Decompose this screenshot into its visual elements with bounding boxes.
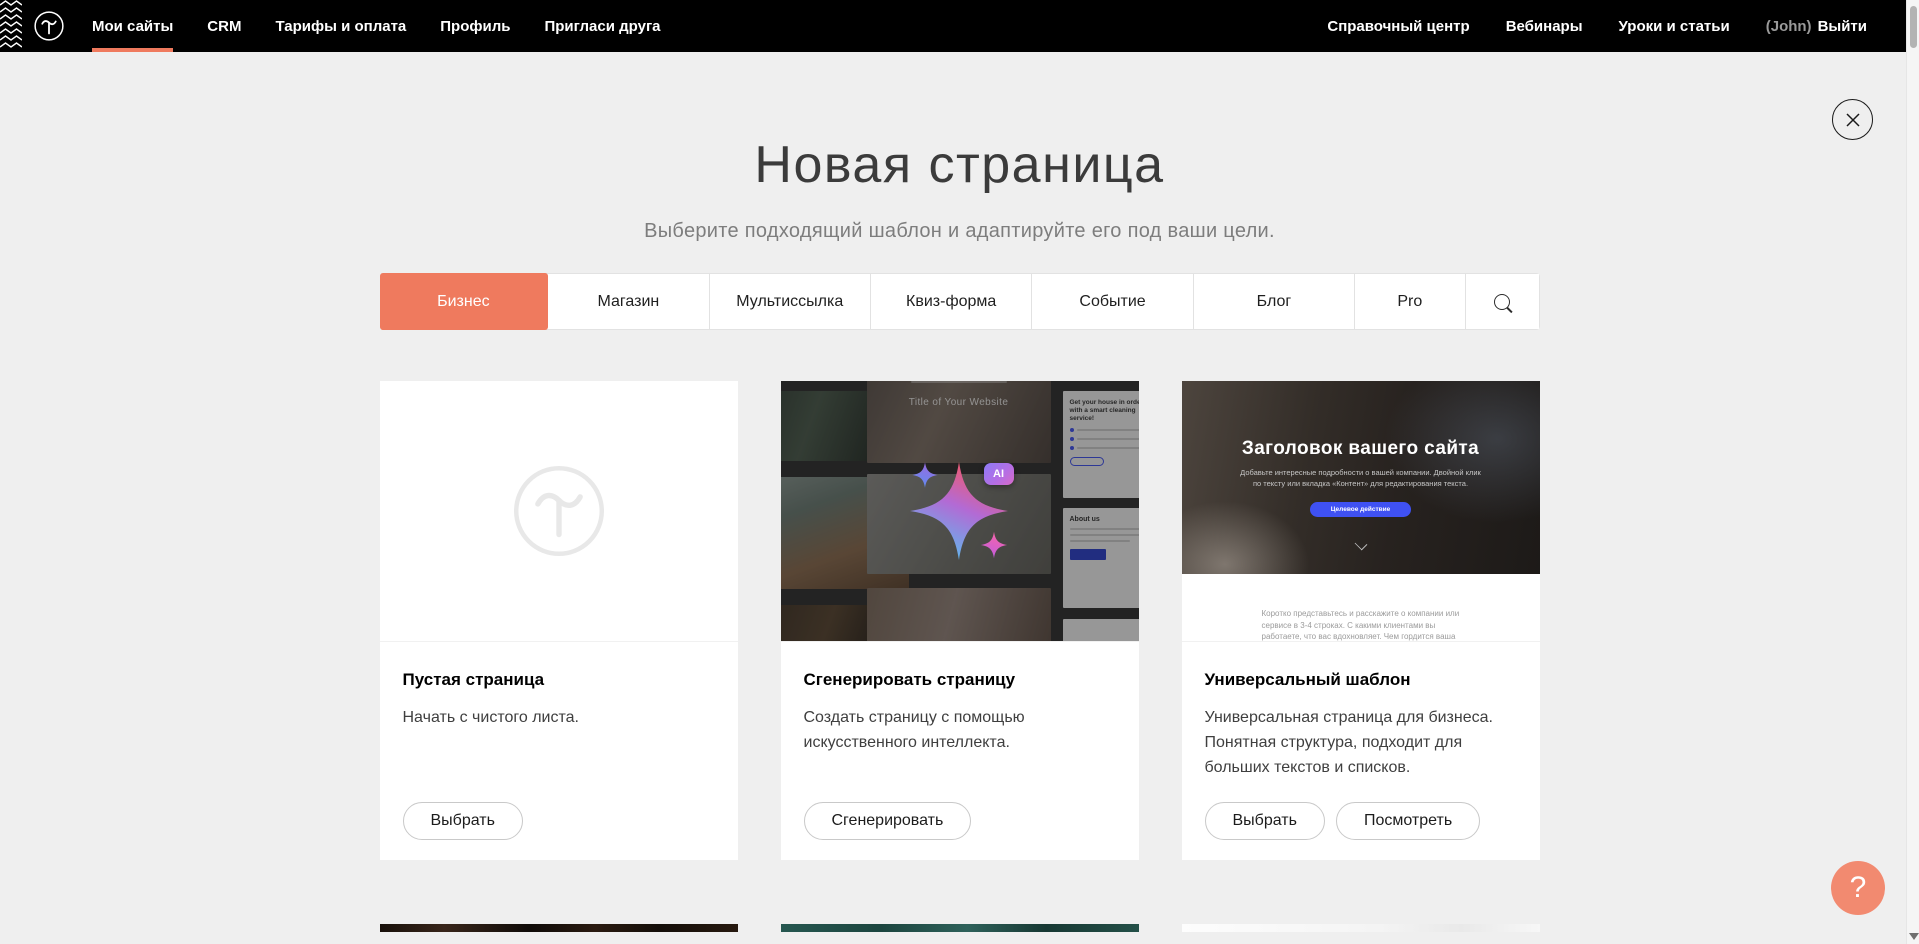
tab-blog[interactable]: Блог (1194, 274, 1355, 329)
generate-button[interactable]: Сгенерировать (804, 802, 972, 840)
tab-quiz-form[interactable]: Квиз-форма (871, 274, 1032, 329)
scrollbar-down-arrow[interactable] (1909, 933, 1919, 940)
preview-universal-button[interactable]: Посмотреть (1336, 802, 1480, 840)
nav-invite-friend[interactable]: Пригласи друга (544, 0, 660, 52)
template-card-blank: Пустая страница Начать с чистого листа. … (380, 381, 738, 860)
template-grid-row2 (380, 924, 1540, 932)
close-button[interactable] (1832, 99, 1873, 140)
nav-my-sites[interactable]: Мои сайты (92, 0, 173, 52)
card-info: Сгенерировать страницу Создать страницу … (781, 642, 1139, 860)
universal-preview[interactable]: Заголовок вашего сайта Добавьте интересн… (1182, 381, 1540, 642)
help-button[interactable]: ? (1831, 861, 1885, 915)
tab-multilink[interactable]: Мультиссылка (710, 274, 871, 329)
universal-body-text: Коротко представьтесь и расскажите о ком… (1262, 608, 1462, 642)
card-info: Универсальный шаблон Универсальная стран… (1182, 642, 1540, 860)
universal-hero-subtitle: Добавьте интересные подробности о вашей … (1240, 468, 1482, 489)
page-title: Новая страница (380, 136, 1540, 194)
secondary-nav: Справочный центр Вебинары Уроки и статьи… (1327, 0, 1867, 52)
chevron-down-icon (1354, 538, 1367, 551)
card-description: Начать с чистого листа. (403, 705, 698, 730)
template-card-ai-generate: Title of Your Website Get your house in … (781, 381, 1139, 860)
card-info: Пустая страница Начать с чистого листа. … (380, 642, 738, 860)
nav-profile[interactable]: Профиль (440, 0, 510, 52)
close-icon (1844, 111, 1862, 129)
choose-blank-button[interactable]: Выбрать (403, 802, 523, 840)
tab-event[interactable]: Событие (1032, 274, 1193, 329)
tab-search[interactable] (1466, 274, 1539, 329)
nav-webinars[interactable]: Вебинары (1506, 0, 1583, 52)
search-icon (1494, 294, 1510, 310)
choose-universal-button[interactable]: Выбрать (1205, 802, 1325, 840)
zigzag-pattern (0, 0, 22, 52)
new-page-dialog: Новая страница Выберите подходящий шабло… (380, 136, 1540, 932)
universal-hero: Заголовок вашего сайта Добавьте интересн… (1182, 381, 1540, 574)
template-card-partial-2[interactable] (781, 924, 1139, 932)
nav-crm[interactable]: CRM (207, 0, 241, 52)
page-subtitle: Выберите подходящий шаблон и адаптируйте… (380, 220, 1540, 243)
ai-badge: AI (984, 463, 1014, 485)
blank-preview[interactable] (380, 381, 738, 642)
template-category-tabs: Бизнес Магазин Мультиссылка Квиз-форма С… (380, 273, 1540, 330)
tab-store[interactable]: Магазин (548, 274, 709, 329)
card-title: Сгенерировать страницу (804, 670, 1115, 690)
template-grid: Пустая страница Начать с чистого листа. … (380, 381, 1540, 860)
template-card-partial-3[interactable] (1182, 924, 1540, 932)
tilda-logo[interactable] (22, 0, 92, 52)
tab-pro[interactable]: Pro (1355, 274, 1465, 329)
card-description: Создать страницу с помощью искусственног… (804, 705, 1099, 755)
tilda-watermark-icon (512, 464, 606, 558)
template-card-partial-1[interactable] (380, 924, 738, 932)
ai-sparkles-icon (781, 381, 1139, 642)
nav-logout[interactable]: (John) Выйти (1766, 0, 1867, 52)
universal-body: Коротко представьтесь и расскажите о ком… (1182, 574, 1540, 642)
user-name: (John) (1766, 18, 1812, 35)
nav-lessons[interactable]: Уроки и статьи (1619, 0, 1730, 52)
topbar: Мои сайты CRM Тарифы и оплата Профиль Пр… (0, 0, 1919, 52)
universal-cta-button: Целевое действие (1310, 502, 1412, 517)
card-title: Универсальный шаблон (1205, 670, 1516, 690)
logout-label: Выйти (1818, 18, 1867, 35)
scrollbar-thumb[interactable] (1910, 6, 1917, 48)
scrollbar[interactable] (1906, 0, 1919, 944)
card-title: Пустая страница (403, 670, 714, 690)
nav-help-center[interactable]: Справочный центр (1327, 0, 1469, 52)
ai-preview[interactable]: Title of Your Website Get your house in … (781, 381, 1139, 642)
universal-hero-title: Заголовок вашего сайта (1242, 438, 1479, 460)
main-nav: Мои сайты CRM Тарифы и оплата Профиль Пр… (92, 0, 661, 52)
tab-business[interactable]: Бизнес (380, 273, 549, 330)
card-description: Универсальная страница для бизнеса. Поня… (1205, 705, 1500, 780)
tilda-logo-icon (34, 11, 64, 41)
nav-pricing[interactable]: Тарифы и оплата (275, 0, 406, 52)
template-card-universal: Заголовок вашего сайта Добавьте интересн… (1182, 381, 1540, 860)
